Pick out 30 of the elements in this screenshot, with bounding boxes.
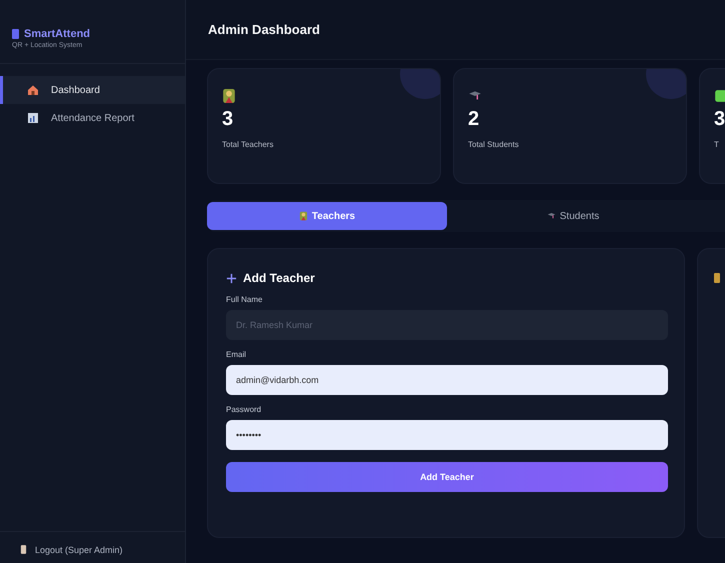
field-label: Full Name bbox=[226, 295, 264, 304]
plus-icon bbox=[226, 272, 237, 284]
input-field[interactable]: Dr. Ramesh Kumar bbox=[226, 310, 668, 340]
tab[interactable]: Students bbox=[453, 202, 693, 230]
add-teacher-button[interactable]: Add Teacher bbox=[226, 462, 668, 492]
stat-label: Total Students bbox=[468, 140, 520, 149]
nav-item[interactable]: Attendance Report bbox=[0, 104, 185, 132]
stat-label: T bbox=[714, 140, 720, 149]
stat-value: 3 bbox=[222, 108, 234, 131]
logo-icon bbox=[12, 29, 19, 39]
teacher-icon bbox=[222, 87, 236, 105]
door-icon bbox=[20, 544, 27, 555]
form-title: Add Teacher bbox=[243, 271, 315, 285]
field-label: Email bbox=[226, 350, 248, 359]
stat-value: 3 bbox=[714, 108, 725, 131]
input-field[interactable]: admin@vidarbh.com bbox=[226, 365, 668, 395]
brand-name: SmartAttend bbox=[24, 28, 90, 40]
card-icon bbox=[714, 273, 720, 283]
stat-value: 2 bbox=[468, 108, 480, 131]
graduation-cap-icon bbox=[546, 211, 556, 221]
house-icon bbox=[27, 84, 39, 96]
input-field[interactable]: •••••••• bbox=[226, 420, 668, 450]
chart-icon bbox=[27, 112, 39, 124]
field-label: Password bbox=[226, 405, 262, 414]
page-title: Admin Dashboard bbox=[208, 22, 320, 37]
teacher-icon bbox=[298, 211, 308, 221]
nav-item[interactable]: Dashboard bbox=[0, 76, 185, 104]
stat-label: Total Teachers bbox=[222, 140, 274, 149]
logout-link[interactable]: Logout (Super Admin) bbox=[35, 544, 123, 554]
tab[interactable]: Teachers bbox=[207, 202, 447, 230]
